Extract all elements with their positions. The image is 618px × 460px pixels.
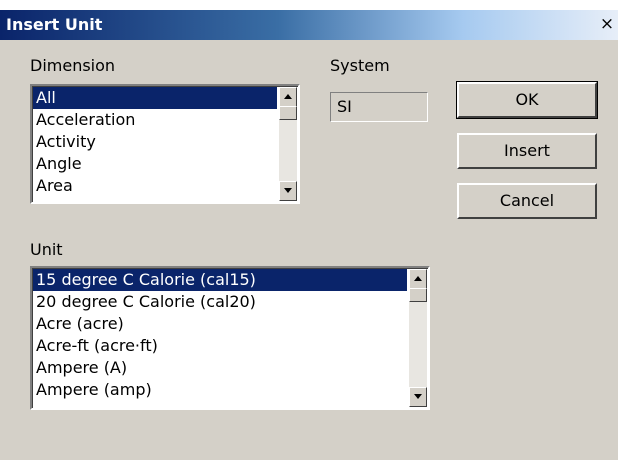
- unit-item[interactable]: Acre-ft (acre·ft): [33, 335, 407, 357]
- dimension-item[interactable]: Area: [33, 175, 277, 197]
- unit-item[interactable]: Ampere (amp): [33, 379, 407, 401]
- insert-unit-dialog: Insert Unit × Dimension All Acceleration…: [0, 10, 618, 460]
- scroll-down-button[interactable]: [409, 387, 427, 407]
- arrow-up-icon: [284, 94, 292, 99]
- dimension-listbox[interactable]: All Acceleration Activity Angle Area: [30, 84, 300, 204]
- unit-item[interactable]: 15 degree C Calorie (cal15): [33, 269, 407, 291]
- scroll-up-button[interactable]: [409, 269, 427, 289]
- dimension-item[interactable]: Activity: [33, 131, 277, 153]
- insert-button[interactable]: Insert: [457, 133, 597, 169]
- dimension-items: All Acceleration Activity Angle Area: [33, 87, 277, 197]
- unit-label: Unit: [30, 240, 63, 259]
- dimension-item[interactable]: Acceleration: [33, 109, 277, 131]
- unit-items: 15 degree C Calorie (cal15) 20 degree C …: [33, 269, 407, 401]
- system-field: SI: [330, 92, 428, 122]
- window-title: Insert Unit: [6, 15, 103, 34]
- title-bar[interactable]: Insert Unit ×: [0, 10, 618, 40]
- scroll-down-button[interactable]: [279, 181, 297, 201]
- unit-listbox[interactable]: 15 degree C Calorie (cal15) 20 degree C …: [30, 266, 430, 410]
- scroll-up-button[interactable]: [279, 87, 297, 107]
- cancel-button[interactable]: Cancel: [457, 183, 597, 219]
- unit-item[interactable]: Ampere (A): [33, 357, 407, 379]
- scroll-thumb[interactable]: [279, 106, 297, 120]
- scroll-thumb[interactable]: [409, 288, 427, 302]
- arrow-down-icon: [414, 394, 422, 399]
- ok-button[interactable]: OK: [456, 81, 598, 119]
- dimension-scrollbar[interactable]: [279, 87, 297, 201]
- dimension-label: Dimension: [30, 56, 116, 75]
- system-value: SI: [337, 97, 352, 116]
- dimension-item[interactable]: All: [33, 87, 277, 109]
- system-label: System: [330, 56, 390, 75]
- unit-item[interactable]: Acre (acre): [33, 313, 407, 335]
- arrow-down-icon: [284, 188, 292, 193]
- unit-item[interactable]: 20 degree C Calorie (cal20): [33, 291, 407, 313]
- unit-scrollbar[interactable]: [409, 269, 427, 407]
- arrow-up-icon: [414, 276, 422, 281]
- dimension-item[interactable]: Angle: [33, 153, 277, 175]
- close-icon[interactable]: ×: [598, 15, 616, 33]
